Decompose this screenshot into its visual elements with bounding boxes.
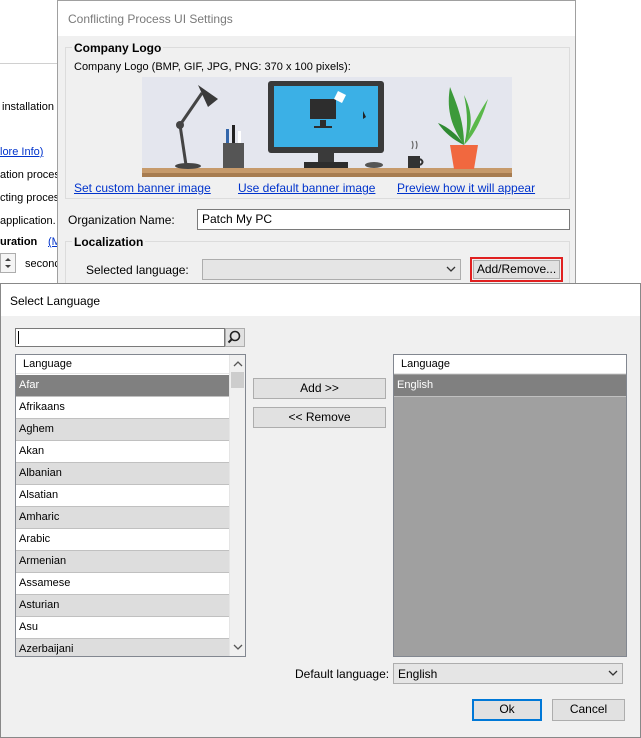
pencil-cup-icon — [223, 125, 244, 168]
column-header-language[interactable]: Language — [394, 355, 626, 374]
add-remove-highlight: Add/Remove... — [470, 257, 563, 282]
set-custom-banner-link[interactable]: Set custom banner image — [74, 181, 211, 195]
company-logo-group-title: Company Logo — [72, 41, 164, 55]
available-languages-list[interactable]: Language Afar Afrikaans Aghem Akan Albanian A… — [15, 354, 246, 657]
language-row[interactable]: Asturian — [16, 595, 230, 617]
window-title: Conflicting Process UI Settings — [68, 12, 233, 26]
language-row[interactable]: Alsatian — [16, 485, 230, 507]
language-row[interactable]: Assamese — [16, 573, 230, 595]
bg-text-line: ation proces — [0, 169, 60, 181]
chevron-down-icon[interactable] — [231, 640, 245, 654]
language-row[interactable]: Arabic — [16, 529, 230, 551]
bg-heading: uration — [0, 236, 38, 248]
default-language-value: English — [398, 667, 438, 681]
search-button[interactable] — [225, 328, 245, 347]
localization-group-title: Localization — [72, 235, 146, 249]
language-search-input[interactable] — [15, 328, 225, 347]
default-language-dropdown[interactable]: English — [393, 663, 623, 684]
column-header-language[interactable]: Language — [16, 355, 230, 374]
language-row[interactable]: Armenian — [16, 551, 230, 573]
language-row[interactable]: Azerbaijani — [16, 639, 230, 656]
add-language-button[interactable]: Add >> — [253, 378, 386, 399]
language-row[interactable]: Amharic — [16, 507, 230, 529]
select-language-dialog: Select Language Language Afar Afrikaans Ag… — [0, 283, 641, 738]
logo-caption: Company Logo (BMP, GIF, JPG, PNG: 370 x … — [74, 61, 351, 73]
chevron-down-icon — [608, 670, 618, 676]
selected-language-label: Selected language: — [86, 263, 189, 277]
selected-language-dropdown[interactable] — [202, 259, 461, 280]
language-row[interactable]: Afar — [16, 375, 230, 397]
remove-language-button[interactable]: << Remove — [253, 407, 386, 428]
seconds-spinner[interactable] — [0, 253, 16, 273]
title-bar: Select Language — [1, 284, 640, 316]
more-info-link[interactable]: lore Info) — [0, 146, 43, 158]
banner-image — [142, 77, 512, 177]
cancel-button[interactable]: Cancel — [552, 699, 625, 721]
scrollbar-thumb[interactable] — [231, 372, 244, 388]
preview-banner-link[interactable]: Preview how it will appear — [397, 181, 535, 195]
bg-text-line: installation c — [2, 101, 63, 113]
bg-text-line: application. — [0, 215, 56, 227]
chosen-languages-list[interactable]: Language English — [393, 354, 627, 657]
language-row[interactable]: Afrikaans — [16, 397, 230, 419]
language-row[interactable]: Albanian — [16, 463, 230, 485]
ok-button[interactable]: Ok — [472, 699, 542, 721]
spin-arrows-icon — [5, 258, 11, 268]
language-row[interactable]: Aghem — [16, 419, 230, 441]
available-list-scrollbar[interactable] — [229, 355, 245, 656]
bg-text-line: cting proces — [0, 192, 60, 204]
chevron-up-icon[interactable] — [231, 357, 245, 371]
organization-name-input[interactable]: Patch My PC — [197, 209, 570, 230]
dialog-title: Select Language — [10, 294, 101, 308]
chevron-down-icon — [446, 266, 456, 272]
language-row[interactable]: Akan — [16, 441, 230, 463]
conflicting-process-window: Conflicting Process UI Settings Company … — [57, 0, 576, 301]
use-default-banner-link[interactable]: Use default banner image — [238, 181, 375, 195]
title-bar: Conflicting Process UI Settings — [58, 1, 575, 36]
text-caret — [18, 331, 19, 344]
search-icon — [227, 330, 241, 344]
seconds-label: seconc — [25, 258, 60, 270]
organization-name-label: Organization Name: — [68, 213, 175, 227]
chosen-language-row[interactable]: English — [394, 375, 626, 397]
add-remove-button[interactable]: Add/Remove... — [473, 260, 560, 279]
default-language-label: Default language: — [295, 667, 390, 681]
language-row[interactable]: Asu — [16, 617, 230, 639]
